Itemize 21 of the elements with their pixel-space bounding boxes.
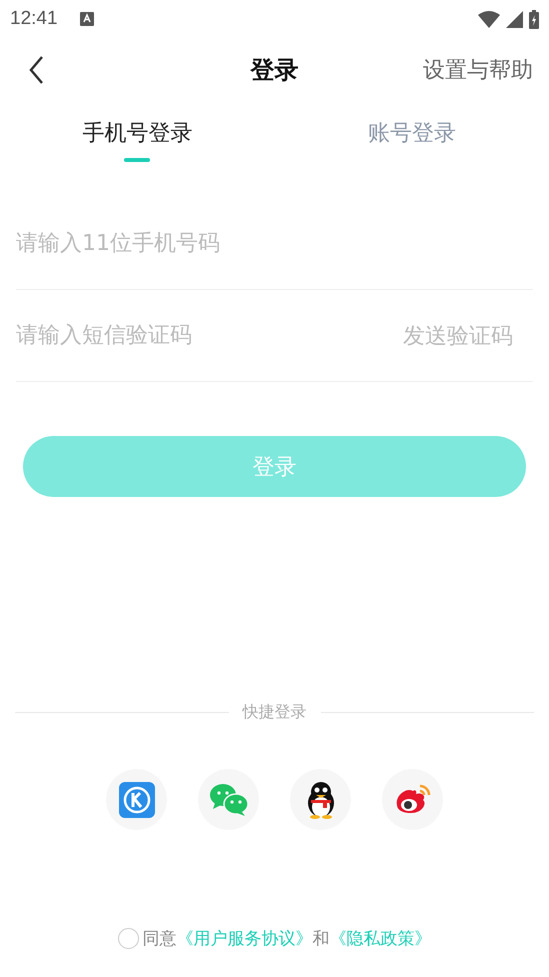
keyboard-icon: [80, 12, 94, 26]
tab[interactable]: 账号登录: [274, 118, 549, 162]
agree-checkbox[interactable]: [118, 928, 138, 949]
page-title: 登录: [250, 56, 298, 84]
send-code-button[interactable]: 发送验证码: [403, 320, 533, 350]
settings-help-link[interactable]: 设置与帮助: [423, 55, 533, 85]
status-time: 12:41: [10, 8, 58, 30]
section-label: 快捷登录: [242, 702, 306, 723]
code-field[interactable]: 请输入短信验证码: [16, 310, 403, 360]
phone-field[interactable]: 请输入11位手机号码: [16, 218, 533, 268]
battery-icon: [529, 10, 539, 28]
k-logo-icon: [118, 782, 154, 818]
agreement-text: 和: [312, 928, 330, 950]
privacy-link[interactable]: 《隐私政策》: [330, 927, 432, 950]
terms-link[interactable]: 《用户服务协议》: [176, 927, 312, 950]
agreement-text: 同意: [142, 928, 176, 950]
wifi-icon: [478, 10, 500, 28]
signal-icon: [506, 10, 523, 28]
chat-bubbles-icon: [208, 782, 248, 816]
back-icon[interactable]: [28, 55, 44, 85]
tab[interactable]: 手机号登录: [0, 118, 274, 162]
